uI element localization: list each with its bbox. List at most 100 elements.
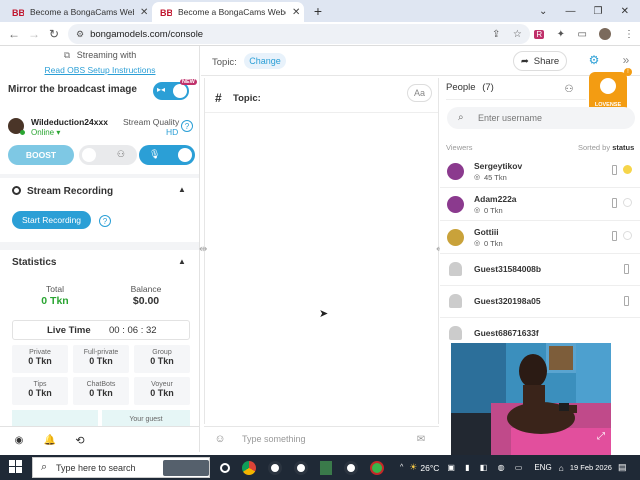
camera-feed-image — [451, 343, 611, 460]
system-tray: ^ ☀ 26°C ▣ ▮ ◧ ◍ ▭ ENG ⌂ 19 Feb 2026 ▤ — [394, 457, 640, 478]
avatar — [447, 163, 464, 180]
list-item[interactable]: Guest320198a05 — [440, 286, 640, 318]
temperature[interactable]: 26°C — [420, 463, 439, 473]
notification-icon[interactable]: ▤ — [618, 462, 627, 473]
address-bar[interactable]: ⚙ bongamodels.com/console — [68, 24, 530, 44]
recording-header[interactable]: Stream Recording ▲ — [0, 180, 199, 202]
quality-label: Stream Quality — [123, 117, 180, 127]
bell-icon[interactable]: 🔔 — [43, 433, 57, 447]
media-app-icon[interactable] — [370, 460, 384, 475]
switch-camera-icon[interactable]: ⟲ — [73, 433, 87, 447]
tab-search-icon[interactable]: ⌄ — [539, 6, 547, 17]
device-icon — [612, 165, 617, 175]
font-size-button[interactable]: Aa — [407, 84, 432, 102]
play-icon[interactable]: ◉ — [12, 433, 26, 447]
collapse-panel-icon[interactable]: » — [618, 52, 634, 68]
font-button-label: Aa — [413, 88, 425, 98]
people-tab[interactable]: People (7) — [446, 82, 556, 98]
obs-icon[interactable] — [268, 460, 282, 475]
stat-cell: Group 0 Tkn — [134, 345, 190, 373]
video-preview[interactable]: ⤢ — [451, 343, 611, 460]
language-indicator[interactable]: ENG — [534, 463, 551, 472]
close-tab-icon[interactable]: ✕ — [292, 7, 300, 18]
browser-tab-1[interactable]: BB Become a BongaCams Webcam ✕ — [4, 2, 152, 22]
stat-label: ChatBots — [86, 381, 116, 388]
list-item[interactable]: Gottiii ◎ 0 Tkn — [440, 221, 640, 254]
share-button[interactable]: ➦ Share — [513, 51, 567, 71]
chevron-up-icon[interactable]: ^ — [400, 464, 403, 471]
list-item[interactable]: Sergeytikov 45 Tkn ◎ — [440, 155, 640, 188]
online-label: Online — [31, 128, 55, 137]
back-icon[interactable]: ← — [6, 25, 22, 43]
new-tab-icon[interactable]: + — [310, 3, 326, 19]
close-tab-icon[interactable]: ✕ — [140, 7, 148, 18]
search-icon: ⌕ — [458, 112, 464, 123]
mic-toggle[interactable]: 🎙 — [139, 145, 195, 165]
online-status[interactable]: Online ▾ — [31, 128, 60, 137]
chat-input[interactable]: Type something — [242, 434, 402, 444]
search-box[interactable]: ⌕ Enter username — [447, 107, 635, 129]
obs-icon[interactable] — [294, 460, 308, 475]
date[interactable]: 19 Feb 2026 — [570, 463, 612, 472]
streaming-with-label: Streaming with — [76, 50, 137, 60]
windows-start-icon[interactable] — [8, 459, 24, 475]
site-info-icon[interactable]: ⚙ — [76, 29, 84, 40]
change-topic-button[interactable]: Change — [244, 53, 286, 69]
close-window-icon[interactable]: ✕ — [621, 6, 629, 17]
sorted-by-label: Sorted by — [578, 143, 611, 152]
stat-cell: Private 0 Tkn — [12, 345, 68, 373]
section-divider — [0, 242, 199, 250]
profile-icon[interactable] — [599, 28, 612, 40]
external-link-icon: ⧉ — [63, 50, 71, 60]
menu-icon[interactable]: ⋮ — [624, 29, 634, 40]
send-icon[interactable]: ✉ — [414, 432, 428, 446]
maximize-icon[interactable]: ❐ — [594, 6, 603, 17]
network-icon[interactable]: ⌂ — [559, 463, 564, 473]
browser-tab-2[interactable]: BB Become a BongaCams Webcam ✕ — [152, 2, 304, 22]
bookmark-icon[interactable]: ☆ — [513, 29, 522, 40]
list-item[interactable]: Guest31584008b — [440, 254, 640, 286]
quality-value[interactable]: HD — [166, 127, 178, 137]
obs-setup-link[interactable]: Read OBS Setup Instructions — [0, 65, 199, 75]
stat-label: Group — [152, 349, 172, 356]
help-icon[interactable]: ? — [181, 120, 193, 132]
chrome-icon[interactable] — [242, 460, 256, 475]
user-icon[interactable]: ⚇ — [563, 82, 575, 96]
topic-header-label: Topic: — [212, 57, 237, 68]
task-view-icon[interactable] — [220, 462, 230, 473]
device-icon — [624, 264, 629, 274]
sidepanel-icon[interactable]: ▭ — [578, 29, 587, 40]
viewers-label: Viewers — [446, 143, 473, 152]
list-item[interactable]: Adam222a ◎ 0 Tkn — [440, 188, 640, 221]
start-recording-button[interactable]: Start Recording — [12, 211, 91, 229]
minimize-icon[interactable]: — — [565, 6, 575, 17]
boost-button[interactable]: BOOST — [8, 145, 74, 165]
search-icon: ⌕ — [41, 461, 48, 473]
weather-icon[interactable]: ☀ — [409, 462, 417, 473]
chevron-up-icon: ▲ — [178, 257, 186, 266]
chat-area — [204, 78, 439, 424]
reload-icon[interactable]: ↻ — [46, 25, 62, 43]
your-guest-label: Your guest — [129, 416, 163, 423]
guest-toggle[interactable]: ⚇ — [79, 145, 137, 165]
share-page-icon[interactable]: ⇪ — [492, 29, 500, 40]
calculator-icon[interactable] — [320, 460, 332, 475]
statistics-header[interactable]: Statistics ▲ — [0, 252, 199, 274]
token-icon: ◎ — [474, 174, 481, 181]
obs-icon[interactable] — [344, 460, 358, 475]
tab-title: Become a BongaCams Webcam — [178, 7, 286, 17]
help-icon[interactable]: ? — [99, 215, 111, 227]
list-item[interactable]: Guest68671633f — [440, 318, 640, 346]
forward-icon[interactable]: → — [26, 25, 42, 43]
sorted-by[interactable]: Sorted by status — [578, 143, 634, 152]
taskbar-search[interactable]: ⌕ Type here to search — [32, 457, 210, 478]
lovense-settings-icon[interactable]: ⚙ — [584, 50, 604, 70]
avatar — [447, 229, 464, 246]
swap-icon[interactable]: ⤢ — [597, 431, 605, 442]
emoji-icon[interactable]: ☺ — [213, 432, 227, 446]
resize-handle[interactable]: ⇹ — [199, 244, 207, 258]
stat-label: Private — [29, 349, 51, 356]
extension-icon[interactable]: R — [534, 29, 545, 39]
mouse-cursor-icon: ➤ — [319, 308, 329, 320]
puzzle-icon[interactable]: ✦ — [557, 29, 565, 40]
